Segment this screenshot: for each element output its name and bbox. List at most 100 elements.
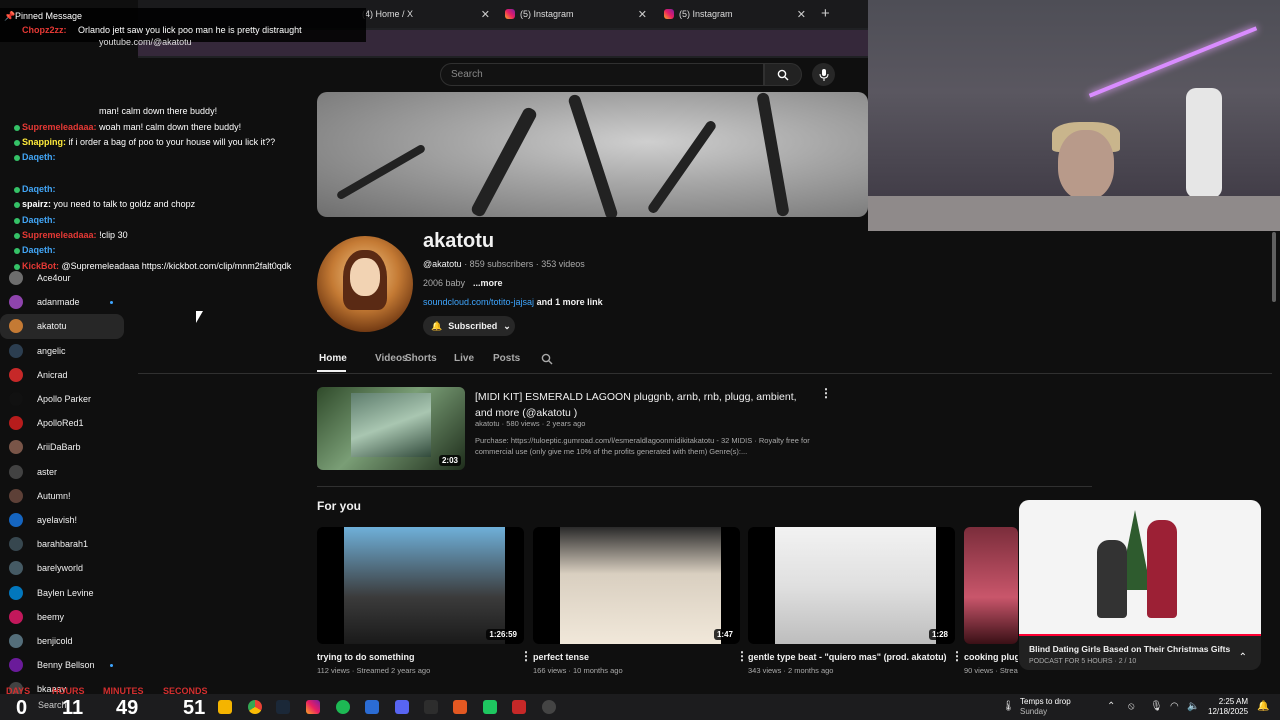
chat-message: Supremeleadaaa: !clip 30 [14, 230, 128, 240]
mini-player[interactable]: Blind Dating Girls Based on Their Christ… [1019, 500, 1261, 670]
sidebar-item[interactable]: Autumn! [0, 484, 130, 508]
video-thumbnail[interactable]: 1:26:59 [317, 527, 524, 644]
volume-icon[interactable]: 🔈 [1187, 701, 1199, 712]
sidebar-item-label: barelyworld [37, 563, 84, 574]
channel-avatar[interactable] [317, 236, 413, 332]
spotify-icon[interactable] [336, 700, 350, 714]
terminal-icon[interactable] [424, 700, 438, 714]
microphone-icon[interactable]: 🎙 [1150, 701, 1163, 712]
more-links[interactable]: and 1 more link [537, 297, 603, 307]
featured-title[interactable]: [MIDI KIT] ESMERALD LAGOON pluggnb, arnb… [475, 389, 810, 421]
subscribed-button[interactable]: 🔔 Subscribed ⌄ [423, 316, 515, 336]
tab-posts[interactable]: Posts [493, 353, 520, 364]
featured-meta: akatotu · 580 views · 2 years ago [475, 419, 586, 428]
sidebar-item[interactable]: barelyworld [0, 556, 130, 580]
close-tab-icon[interactable]: ✕ [797, 8, 806, 21]
tab-shorts[interactable]: Shorts [405, 353, 437, 364]
chat-message: Daqeth: [14, 215, 56, 225]
video-meta: 166 views · 10 months ago [533, 666, 623, 675]
chat-message: spairz: you need to talk to goldz and ch… [14, 199, 195, 209]
video-card[interactable]: 1:26:59 trying to do something 112 views ·… [317, 527, 524, 675]
chevron-up-icon[interactable]: ⌃ [1239, 652, 1247, 663]
sidebar-item[interactable]: aster [0, 460, 130, 484]
tab-videos[interactable]: Videos [375, 353, 408, 364]
tab-x-home[interactable]: (4) Home / X ✕ [362, 4, 490, 24]
more-actions-icon[interactable]: ⋮ [820, 386, 832, 400]
app-icon[interactable] [365, 700, 379, 714]
sidebar-item[interactable]: akatotu [0, 314, 124, 339]
chat-message: Daqeth: [14, 152, 56, 162]
obs-icon[interactable] [453, 700, 467, 714]
search-button[interactable] [764, 63, 802, 86]
discord-icon[interactable] [395, 700, 409, 714]
more-actions-icon[interactable]: ⋮ [951, 649, 963, 663]
notification-icon[interactable]: 🔔 [1257, 701, 1269, 712]
chrome-icon[interactable] [248, 700, 262, 714]
sidebar-item[interactable]: AriiDaBarb [0, 435, 130, 459]
sidebar-item[interactable]: Apollo Parker [0, 387, 130, 411]
sidebar-item-label: angelic [37, 345, 66, 356]
sidebar-item[interactable]: beemy [0, 605, 130, 629]
wifi-icon[interactable]: ◠ [1170, 701, 1179, 712]
timer-label-minutes: MINUTES [103, 686, 144, 696]
search-icon[interactable] [541, 353, 553, 365]
progress-bar[interactable] [1019, 634, 1261, 636]
taskbar-search[interactable]: Search [38, 700, 67, 710]
app-icon[interactable] [512, 700, 526, 714]
video-title[interactable]: gentle type beat - "quiero mas" (prod. a… [748, 652, 955, 662]
instagram-icon[interactable] [306, 700, 320, 714]
close-tab-icon[interactable]: ✕ [481, 8, 490, 21]
video-title[interactable]: perfect tense [533, 652, 740, 662]
close-tab-icon[interactable]: ✕ [638, 8, 647, 21]
scrollbar[interactable] [1272, 232, 1276, 302]
sidebar-item[interactable]: angelic [0, 339, 130, 363]
video-card[interactable]: cooking plugg 90 views · Strea [964, 527, 1018, 675]
chevron-up-icon[interactable]: ⌃ [1107, 701, 1115, 712]
sidebar-item[interactable]: benjicold [0, 629, 130, 653]
voice-search-button[interactable] [812, 63, 835, 86]
weather-icon[interactable]: 🌡 [1002, 701, 1015, 712]
more-actions-icon[interactable]: ⋮ [520, 649, 532, 663]
video-thumbnail[interactable]: 1:28 [748, 527, 955, 644]
new-tab-button[interactable]: + [821, 5, 830, 22]
banner-branch [756, 92, 790, 217]
search-input[interactable]: Search [440, 63, 764, 86]
app-icon[interactable] [483, 700, 497, 714]
sidebar-item[interactable]: barahbarah1 [0, 532, 130, 556]
system-clock[interactable]: 2:25 AM 12/18/2025 [1208, 697, 1248, 717]
video-thumbnail[interactable]: 1:47 [533, 527, 740, 644]
video-thumbnail[interactable] [964, 527, 1018, 644]
more-link[interactable]: ...more [473, 278, 503, 288]
sidebar-item[interactable]: Benny Bellson [0, 653, 130, 677]
banner-branch [646, 119, 718, 215]
featured-thumbnail[interactable]: 2:03 [317, 387, 465, 470]
channel-description[interactable]: 2006 baby ...more [423, 278, 503, 288]
sidebar-item[interactable]: adanmade [0, 290, 130, 314]
tab-instagram-2[interactable]: (5) Instagram ✕ [664, 4, 806, 24]
sidebar-item[interactable]: Anicrad [0, 363, 130, 387]
app-icon[interactable] [542, 700, 556, 714]
file-explorer-icon[interactable] [218, 700, 232, 714]
sidebar-item[interactable]: ayelavish! [0, 508, 130, 532]
thumbnail-image [560, 527, 721, 644]
chat-username: Daqeth: [22, 245, 56, 255]
clock-date: 12/18/2025 [1208, 707, 1249, 716]
weather-widget[interactable]: Temps to drop Sunday [1020, 697, 1071, 717]
video-card[interactable]: 1:47 perfect tense 166 views · 10 months a… [533, 527, 740, 675]
network-icon[interactable]: ⦸ [1128, 701, 1135, 712]
sidebar-item[interactable]: ApolloRed1 [0, 411, 130, 435]
tab-instagram-1[interactable]: (5) Instagram ✕ [505, 4, 647, 24]
chat-text: !clip 30 [99, 230, 128, 240]
steam-icon[interactable] [276, 700, 290, 714]
chat-username: Daqeth: [22, 152, 56, 162]
tab-live[interactable]: Live [454, 353, 474, 364]
thumbnail-image [344, 527, 505, 644]
more-actions-icon[interactable]: ⋮ [736, 649, 748, 663]
mini-player-video[interactable] [1019, 500, 1261, 636]
video-card[interactable]: 1:28 gentle type beat - "quiero mas" (pro… [748, 527, 955, 675]
sidebar-item[interactable]: Baylen Levine [0, 580, 130, 604]
video-title[interactable]: trying to do something [317, 652, 524, 662]
soundcloud-link[interactable]: soundcloud.com/totito-jajsaj [423, 297, 534, 307]
video-title[interactable]: cooking plugg [964, 652, 1018, 662]
tab-home[interactable]: Home [319, 353, 347, 364]
